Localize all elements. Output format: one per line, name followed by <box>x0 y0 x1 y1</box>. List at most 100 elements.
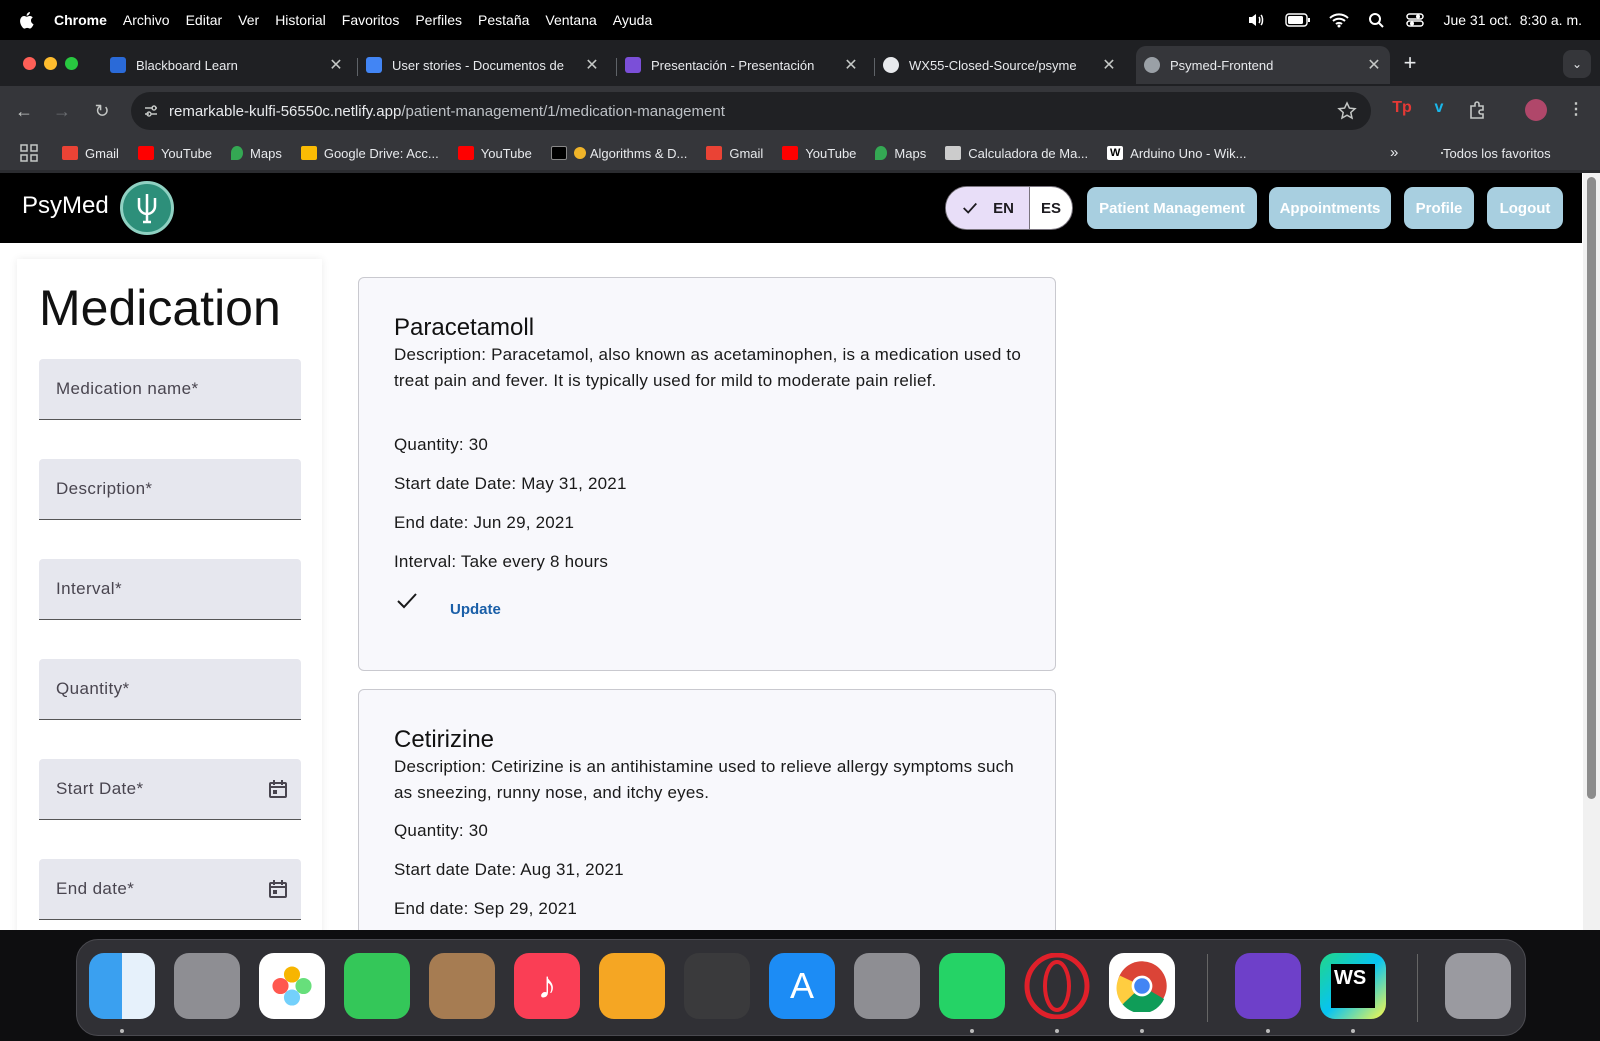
bookmark-calculadora[interactable]: Calculadora de Ma... <box>945 146 1088 161</box>
webstorm-icon[interactable]: WS <box>1320 953 1386 1019</box>
brand-name[interactable]: PsyMed <box>22 192 109 220</box>
battery-icon[interactable] <box>1285 12 1311 28</box>
maximize-window-button[interactable] <box>65 57 78 70</box>
system-settings-icon[interactable] <box>854 953 920 1019</box>
spotlight-search-icon[interactable] <box>1367 12 1387 28</box>
more-bookmarks-chevron-icon[interactable]: » <box>1390 144 1398 161</box>
kebab-menu-icon[interactable]: ⋮ <box>1565 99 1587 121</box>
tab-github[interactable]: WX55-Closed-Source/psyme ✕ <box>875 46 1125 84</box>
end-date-input[interactable] <box>39 859 301 919</box>
reload-icon[interactable]: ↻ <box>90 99 114 123</box>
vimeo-extension-icon[interactable]: v <box>1428 99 1450 121</box>
start-date-input[interactable] <box>39 759 301 819</box>
app-store-icon[interactable]: A <box>769 953 835 1019</box>
tab-blackboard[interactable]: Blackboard Learn ✕ <box>102 46 352 84</box>
volume-icon[interactable] <box>1247 12 1267 28</box>
bookmark-youtube[interactable]: YouTube <box>137 146 212 161</box>
appointments-button[interactable]: Appointments <box>1269 187 1391 229</box>
bookmark-maps[interactable]: Maps <box>231 146 282 161</box>
menu-favoritos[interactable]: Favoritos <box>342 12 400 28</box>
launchpad-icon[interactable] <box>174 953 240 1019</box>
chrome-icon[interactable] <box>1109 953 1175 1019</box>
url-text[interactable]: remarkable-kulfi-56550c.netlify.app/pati… <box>169 103 725 120</box>
bookmark-maps[interactable]: Maps <box>875 146 926 161</box>
site-info-icon[interactable] <box>143 103 159 119</box>
apps-grid-icon[interactable] <box>20 144 38 162</box>
bookmark-youtube[interactable]: YouTube <box>457 146 532 161</box>
tab-user-stories[interactable]: User stories - Documentos de ✕ <box>358 46 608 84</box>
tab-search-chevron-icon[interactable]: ⌄ <box>1563 50 1591 78</box>
profile-avatar[interactable] <box>1525 99 1547 121</box>
menu-archivo[interactable]: Archivo <box>123 12 170 28</box>
bookmark-algorithms[interactable]: Algorithms & D... <box>550 146 687 161</box>
calendar-icon[interactable] <box>267 778 289 800</box>
github-desktop-icon[interactable] <box>1235 953 1301 1019</box>
tab-presentacion[interactable]: Presentación - Presentación ✕ <box>617 46 867 84</box>
music-icon[interactable]: ♪ <box>514 953 580 1019</box>
facetime-icon[interactable] <box>344 953 410 1019</box>
bookmark-gmail[interactable]: Gmail <box>62 146 119 161</box>
menu-ventana[interactable]: Ventana <box>545 12 596 28</box>
wifi-icon[interactable] <box>1329 12 1350 28</box>
pages-icon[interactable] <box>599 953 665 1019</box>
apple-icon[interactable] <box>18 11 34 29</box>
contacts-icon[interactable] <box>429 953 495 1019</box>
menubar-datetime[interactable]: Jue 31 oct. 8:30 a. m. <box>1443 12 1582 28</box>
bookmark-star-icon[interactable] <box>1337 101 1357 121</box>
close-tab-icon[interactable]: ✕ <box>843 55 859 75</box>
finder-icon[interactable] <box>89 953 155 1019</box>
tab-psymed-frontend[interactable]: Psymed-Frontend ✕ <box>1136 46 1390 84</box>
menu-ver[interactable]: Ver <box>238 12 259 28</box>
bookmark-google-drive[interactable]: Google Drive: Acc... <box>300 146 439 161</box>
end-date-field[interactable] <box>39 859 301 920</box>
calendar-icon[interactable] <box>267 878 289 900</box>
close-tab-icon[interactable]: ✕ <box>1101 55 1117 75</box>
close-tab-icon[interactable]: ✕ <box>328 55 344 75</box>
menu-pestana[interactable]: Pestaña <box>478 12 529 28</box>
quantity-input[interactable] <box>39 659 301 719</box>
tp-extension-icon[interactable]: Tp <box>1391 99 1413 121</box>
interval-field[interactable] <box>39 559 301 620</box>
close-tab-icon[interactable]: ✕ <box>584 55 600 75</box>
profile-button[interactable]: Profile <box>1404 187 1474 229</box>
menu-ayuda[interactable]: Ayuda <box>613 12 652 28</box>
garageband-icon[interactable] <box>684 953 750 1019</box>
scrollbar-thumb[interactable] <box>1587 177 1596 799</box>
all-bookmarks-folder[interactable]: Todos los favoritos <box>1441 136 1551 170</box>
patient-management-button[interactable]: Patient Management <box>1087 187 1257 229</box>
bookmark-arduino[interactable]: W Arduino Uno - Wik... <box>1107 146 1246 161</box>
language-es-button[interactable]: ES <box>1030 187 1072 229</box>
bookmark-youtube[interactable]: YouTube <box>782 146 856 161</box>
close-window-button[interactable] <box>23 57 36 70</box>
medication-name-field[interactable] <box>39 359 301 420</box>
menu-editar[interactable]: Editar <box>186 12 223 28</box>
extensions-puzzle-icon[interactable] <box>1467 99 1489 121</box>
start-date-field[interactable] <box>39 759 301 820</box>
minimize-window-button[interactable] <box>44 57 57 70</box>
logout-button[interactable]: Logout <box>1487 187 1563 229</box>
address-bar[interactable]: remarkable-kulfi-56550c.netlify.app/pati… <box>131 92 1371 130</box>
medication-name-input[interactable] <box>39 359 301 419</box>
description-field[interactable] <box>39 459 301 520</box>
opera-icon[interactable] <box>1024 953 1090 1019</box>
page-scrollbar[interactable] <box>1583 173 1600 930</box>
forward-arrow-icon[interactable]: → <box>50 99 74 123</box>
language-en-button[interactable]: EN <box>946 187 1030 229</box>
check-icon[interactable] <box>395 589 419 613</box>
menu-app-name[interactable]: Chrome <box>54 12 107 28</box>
description-input[interactable] <box>39 459 301 519</box>
trash-icon[interactable] <box>1445 953 1511 1019</box>
quantity-field[interactable] <box>39 659 301 720</box>
new-tab-button[interactable]: + <box>1397 50 1423 76</box>
whatsapp-icon[interactable] <box>939 953 1005 1019</box>
bookmark-gmail[interactable]: Gmail <box>706 146 763 161</box>
update-button[interactable]: Update <box>450 601 501 618</box>
close-tab-icon[interactable]: ✕ <box>1366 55 1382 75</box>
medication-quantity: Quantity: 30 <box>394 435 489 454</box>
photos-icon[interactable] <box>259 953 325 1019</box>
interval-input[interactable] <box>39 559 301 619</box>
back-arrow-icon[interactable]: ← <box>12 99 36 123</box>
control-center-icon[interactable] <box>1405 12 1425 28</box>
menu-historial[interactable]: Historial <box>275 12 326 28</box>
menu-perfiles[interactable]: Perfiles <box>415 12 462 28</box>
